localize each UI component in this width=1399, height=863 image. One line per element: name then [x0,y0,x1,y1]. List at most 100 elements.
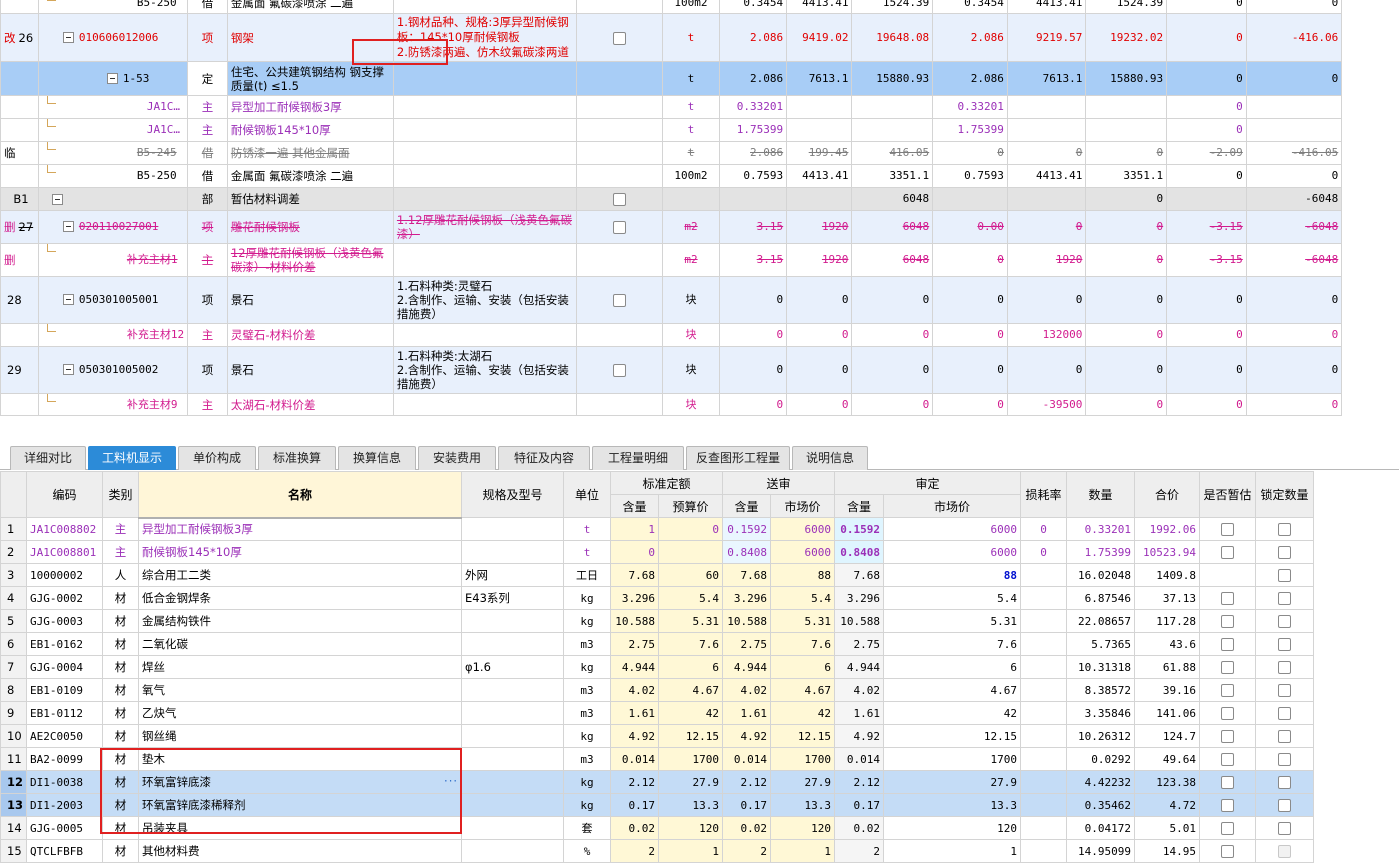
bill-row[interactable]: B5-250 借金属面 氟碳漆喷涂 二遍 100m2 0.3454 4413.41 152… [0,0,1399,14]
lock-cell[interactable] [1255,632,1315,656]
unit-cell[interactable]: kg [563,586,612,610]
code-cell[interactable]: 1-53 [37,61,189,96]
send-qty-cell[interactable]: 0.17 [722,793,772,817]
check-cell[interactable] [575,243,664,277]
name-cell[interactable]: 耐候钢板145*10厚 [138,540,463,564]
std-qty-cell[interactable]: 2 [610,839,660,863]
row-number[interactable]: 2 [0,540,28,564]
audit-qty-cell[interactable]: 0.1592 [834,517,885,541]
total-cell[interactable]: 5.01 [1134,816,1201,840]
loss-rate-cell[interactable] [1020,747,1068,771]
audit-market-price-cell[interactable]: 120 [883,816,1022,840]
diff-qty-cell[interactable]: 0 [1166,346,1247,394]
spec-cell[interactable]: E43系列 [461,586,565,610]
loss-rate-header[interactable]: 损耗率 [1020,471,1068,518]
diff-total-cell[interactable]: -416.06 [1245,13,1343,62]
send-qty-cell[interactable]: 2.086 [718,141,788,165]
audit-price-cell[interactable] [1006,118,1087,142]
name-cell[interactable]: 金属面 氟碳漆喷涂 二遍 [226,0,394,14]
total-cell[interactable]: 124.7 [1134,724,1201,748]
amount-cell[interactable]: 14.95099 [1066,839,1136,863]
type-cell[interactable]: 材 [102,678,140,702]
estimate-checkbox[interactable] [1221,661,1235,674]
name-cell[interactable]: 吊装夹具 [138,816,463,840]
audit-market-price-cell[interactable]: 6000 [883,517,1022,541]
more-options-icon[interactable]: ··· [444,774,458,788]
std-budget-price-cell[interactable]: 5.4 [658,586,724,610]
send-market-price-cell[interactable]: 12.15 [770,724,836,748]
code-cell[interactable]: EB1-0109 [26,678,104,702]
send-total-cell[interactable] [851,95,934,119]
loss-rate-cell[interactable] [1020,770,1068,794]
audit-qty-cell[interactable]: 0 [932,243,1008,277]
total-cell[interactable]: 10523.94 [1134,540,1201,564]
check-cell[interactable] [575,187,664,211]
send-qty-cell[interactable]: 3.296 [722,586,772,610]
row-number[interactable]: 4 [0,586,28,610]
amount-cell[interactable]: 10.26312 [1066,724,1136,748]
estimate-cell[interactable] [1199,586,1257,610]
send-qty-cell[interactable]: 1.75399 [718,118,788,142]
send-price-cell[interactable]: 0 [786,393,853,416]
std-qty-cell[interactable]: 2.12 [610,770,660,794]
audit-qty-cell[interactable]: 0.014 [834,747,885,771]
send-price-cell[interactable]: 1920 [786,243,853,277]
send-qty-cell[interactable]: 4.02 [722,678,772,702]
send-total-cell[interactable]: 0 [851,276,934,324]
diff-qty-cell[interactable]: 0 [1166,61,1247,96]
audit-total-cell[interactable]: 19232.02 [1085,13,1168,62]
lmm-row[interactable]: 9 EB1-0112 材乙炔气 m3 1.61 42 1.61 42 1.61 42 3.35846… [0,701,1315,725]
lock-checkbox[interactable] [1278,684,1292,697]
lock-checkbox[interactable] [1278,753,1292,766]
row-number[interactable]: 11 [0,747,28,771]
audit-qty-cell[interactable]: 2 [834,839,885,863]
send-price-cell[interactable] [786,95,853,119]
code-cell[interactable]: GJG-0004 [26,655,104,679]
total-cell[interactable]: 43.6 [1134,632,1201,656]
amount-cell[interactable]: 1.75399 [1066,540,1136,564]
std-qty-header[interactable]: 含量 [610,494,660,518]
lock-checkbox[interactable] [1278,661,1292,674]
row-number[interactable]: 6 [0,632,28,656]
row-number[interactable]: 12 [0,770,28,794]
send-qty-cell[interactable]: 2.75 [722,632,772,656]
loss-rate-cell[interactable] [1020,724,1068,748]
total-cell[interactable]: 117.28 [1134,609,1201,633]
amount-cell[interactable]: 0.35462 [1066,793,1136,817]
std-budget-price-cell[interactable]: 42 [658,701,724,725]
std-budget-price-cell[interactable]: 6 [658,655,724,679]
std-qty-cell[interactable]: 0.17 [610,793,660,817]
row-number[interactable]: 14 [0,816,28,840]
lmm-row[interactable]: 10 AE2C0050 材钢丝绳 kg 4.92 12.15 4.92 12.15 4.92 12… [0,724,1315,748]
audit-total-cell[interactable]: 1524.39 [1085,0,1168,14]
send-price-cell[interactable] [786,187,853,211]
name-cell[interactable]: 太湖石-材料价差 [226,393,394,416]
total-cell[interactable]: 1409.8 [1134,563,1201,587]
total-cell[interactable]: 39.16 [1134,678,1201,702]
spec-cell[interactable] [461,747,565,771]
name-cell[interactable]: 异型加工耐候钢板3厚 [226,95,394,119]
diff-total-cell[interactable]: 0 [1245,276,1343,324]
std-budget-price-cell[interactable]: 0 [658,517,724,541]
audit-market-price-cell[interactable]: 42 [883,701,1022,725]
audit-price-cell[interactable]: 4413.41 [1006,164,1087,188]
audit-qty-cell[interactable]: 0.33201 [932,95,1008,119]
unit-cell[interactable]: kg [563,609,612,633]
lock-cell[interactable] [1255,609,1315,633]
feature-cell[interactable] [392,141,577,165]
diff-total-cell[interactable]: 0 [1245,393,1343,416]
audit-total-cell[interactable]: 0 [1085,323,1168,347]
std-qty-cell[interactable]: 0.014 [610,747,660,771]
estimate-checkbox[interactable] [1221,730,1235,743]
loss-rate-cell[interactable]: 0 [1020,517,1068,541]
type-cell[interactable]: 材 [102,701,140,725]
estimate-header[interactable]: 是否暂估 [1199,471,1257,518]
send-total-cell[interactable]: 1524.39 [851,0,934,14]
bill-row[interactable]: B5-250 借金属面 氟碳漆喷涂 二遍 100m2 0.7593 4413.41 335… [0,164,1399,188]
send-total-cell[interactable]: 6048 [851,187,934,211]
lmm-row[interactable]: 2 JA1C008801 主耐候钢板145*10厚 t 0 0.8408 6000 0.840… [0,540,1315,564]
estimate-checkbox[interactable] [1221,845,1235,858]
tab-6[interactable]: 特征及内容 [498,446,590,470]
amount-cell[interactable]: 10.31318 [1066,655,1136,679]
audit-total-cell[interactable]: 0 [1085,141,1168,165]
